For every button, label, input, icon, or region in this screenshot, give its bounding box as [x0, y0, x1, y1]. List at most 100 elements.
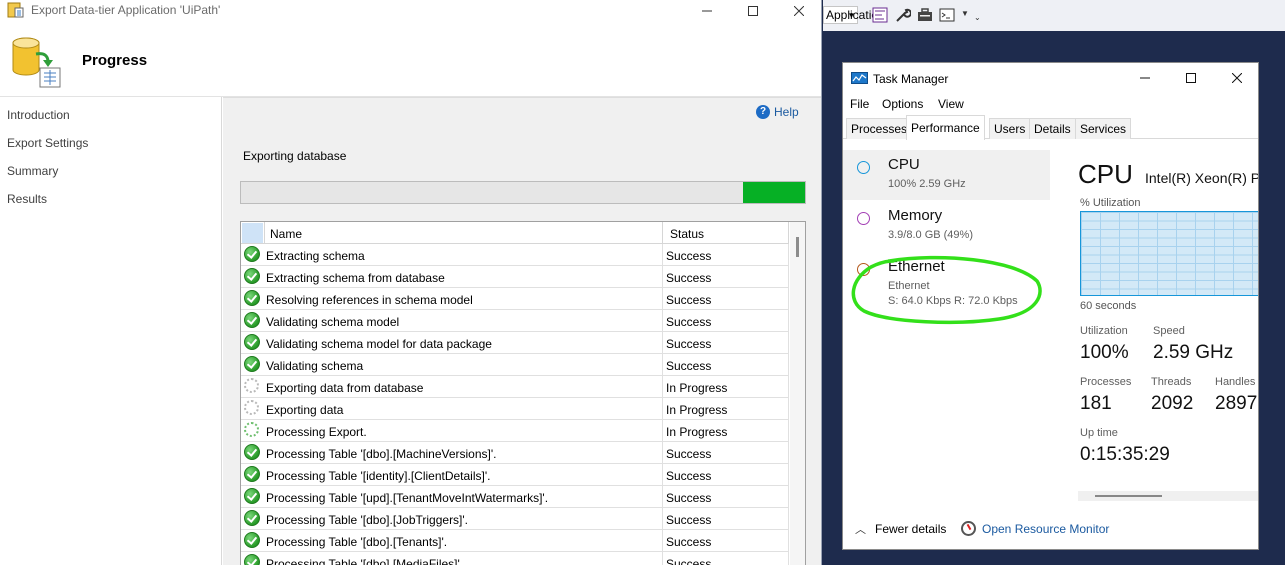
toolbox-icon[interactable] [917, 7, 933, 23]
chevron-down-icon[interactable]: ▼ [961, 9, 969, 18]
row-name: Validating schema model for data package [266, 337, 492, 351]
speed-value: 2.59 GHz [1153, 342, 1234, 363]
nav-export-settings[interactable]: Export Settings [7, 136, 88, 150]
table-row[interactable]: Validating schema Success [241, 354, 789, 376]
table-row[interactable]: Validating schema model for data package… [241, 332, 789, 354]
maximize-icon [1186, 73, 1196, 83]
tab-details[interactable]: Details [1029, 118, 1076, 139]
processes-value: 181 [1080, 393, 1112, 414]
nav-results[interactable]: Results [7, 192, 47, 206]
open-resource-monitor-link[interactable]: Open Resource Monitor [961, 521, 1109, 536]
menu-file[interactable]: File [850, 97, 869, 111]
table-row[interactable]: Exporting data from database In Progress [241, 376, 789, 398]
overflow-chevron-icon[interactable]: ⌄ [974, 13, 981, 22]
in-progress-spinner-icon [244, 422, 261, 439]
cpu-utilization-graph [1080, 211, 1258, 296]
row-status: In Progress [666, 403, 728, 417]
success-check-icon [244, 290, 261, 307]
table-row[interactable]: Processing Table '[identity].[ClientDeta… [241, 464, 789, 486]
tab-processes[interactable]: Processes [846, 118, 913, 139]
task-manager-footer: ︿ Fewer details Open Resource Monitor [843, 514, 1258, 544]
tm-maximize-button[interactable] [1168, 67, 1214, 89]
detail-horizontal-scrollbar[interactable] [1078, 491, 1258, 501]
class-view-icon[interactable] [872, 7, 888, 23]
tab-performance[interactable]: Performance [906, 115, 985, 140]
maximize-button[interactable] [730, 0, 776, 22]
operation-status-text: Exporting database [243, 149, 347, 163]
detail-scroll-thumb[interactable] [1095, 495, 1162, 497]
row-name: Processing Table '[dbo].[MachineVersions… [266, 447, 497, 461]
close-icon [794, 6, 804, 16]
row-status: Success [666, 293, 712, 307]
row-status: In Progress [666, 425, 728, 439]
row-status: Success [666, 337, 712, 351]
wizard-nav: Introduction Export Settings Summary Res… [0, 97, 222, 565]
dialog-titlebar: Export Data-tier Application 'UiPath' [0, 0, 821, 22]
tab-users[interactable]: Users [989, 118, 1031, 139]
task-manager-tabs: Processes Performance Users Details Serv… [843, 115, 1258, 140]
maximize-icon [748, 6, 758, 16]
table-row[interactable]: Processing Export. In Progress [241, 420, 789, 442]
row-name: Validating schema model [266, 315, 400, 329]
column-header-status[interactable]: Status [670, 227, 704, 241]
column-header-name[interactable]: Name [270, 227, 302, 241]
fewer-details-label: Fewer details [875, 522, 947, 536]
table-row[interactable]: Processing Table '[dbo].[MediaFiles]'. Su… [241, 552, 789, 565]
resource-cpu[interactable]: CPU 100% 2.59 GHz [843, 150, 1050, 200]
cpu-indicator-icon [857, 161, 870, 174]
table-row[interactable]: Resolving references in schema model Succ… [241, 288, 789, 310]
row-status: Success [666, 469, 712, 483]
table-row[interactable]: Extracting schema from database Success [241, 266, 789, 288]
speed-label: Speed [1153, 325, 1185, 337]
minimize-icon [1140, 77, 1150, 79]
row-status: Success [666, 271, 712, 285]
grid-vertical-scrollbar[interactable] [790, 222, 805, 565]
nav-summary[interactable]: Summary [7, 164, 58, 178]
row-status: Success [666, 359, 712, 373]
detail-heading: CPU [1078, 159, 1133, 189]
cpu-model-name: Intel(R) Xeon(R) P [1145, 170, 1259, 186]
resource-memory[interactable]: Memory 3.9/8.0 GB (49%) [843, 201, 1050, 251]
page-title: Progress [82, 52, 148, 69]
resource-monitor-icon [961, 521, 976, 536]
task-manager-window: Task Manager File Options View Processes… [842, 62, 1259, 550]
processes-label: Processes [1080, 376, 1132, 388]
tm-close-button[interactable] [1214, 67, 1258, 89]
table-row[interactable]: Processing Table '[dbo].[JobTriggers]'. S… [241, 508, 789, 530]
handles-value: 28978 [1215, 393, 1258, 414]
in-progress-spinner-icon [244, 400, 261, 417]
table-row[interactable]: Extracting schema Success [241, 244, 789, 266]
fewer-details-button[interactable]: ︿ Fewer details [855, 521, 946, 537]
table-row[interactable]: Exporting data In Progress [241, 398, 789, 420]
menu-view[interactable]: View [938, 97, 964, 111]
memory-indicator-icon [857, 212, 870, 225]
minimize-button[interactable] [684, 0, 730, 22]
table-row[interactable]: Processing Table '[upd].[TenantMoveIntWa… [241, 486, 789, 508]
open-resource-monitor-label: Open Resource Monitor [982, 521, 1110, 536]
table-row[interactable]: Processing Table '[dbo].[Tenants]'. Succe… [241, 530, 789, 552]
resource-summary: 100% 2.59 GHz [888, 178, 966, 190]
row-name: Resolving references in schema model [266, 293, 473, 307]
tab-services[interactable]: Services [1075, 118, 1132, 139]
table-row[interactable]: Validating schema model Success [241, 310, 789, 332]
terminal-icon[interactable] [939, 7, 955, 23]
wrench-icon[interactable] [895, 7, 911, 23]
nav-introduction[interactable]: Introduction [7, 108, 70, 122]
help-link[interactable]: ? Help [756, 105, 799, 119]
progress-grid: Name Status Extracting schema Success Extr… [240, 221, 806, 565]
tm-minimize-button[interactable] [1122, 67, 1168, 89]
close-button[interactable] [776, 0, 821, 22]
grid-scroll-thumb[interactable] [796, 237, 799, 257]
uptime-label: Up time [1080, 427, 1118, 439]
menu-options[interactable]: Options [882, 97, 923, 111]
row-name: Processing Table '[dbo].[Tenants]'. [266, 535, 448, 549]
row-name: Extracting schema from database [266, 271, 445, 285]
table-row[interactable]: Processing Table '[dbo].[MachineVersions… [241, 442, 789, 464]
row-status: Success [666, 249, 712, 263]
row-name: Processing Table '[dbo].[JobTriggers]'. [266, 513, 469, 527]
chevron-down-icon[interactable]: ▼ [845, 6, 858, 24]
threads-value: 2092 [1151, 393, 1194, 414]
row-name: Exporting data [266, 403, 344, 417]
row-status: In Progress [666, 381, 728, 395]
export-progress-fill [742, 182, 805, 203]
